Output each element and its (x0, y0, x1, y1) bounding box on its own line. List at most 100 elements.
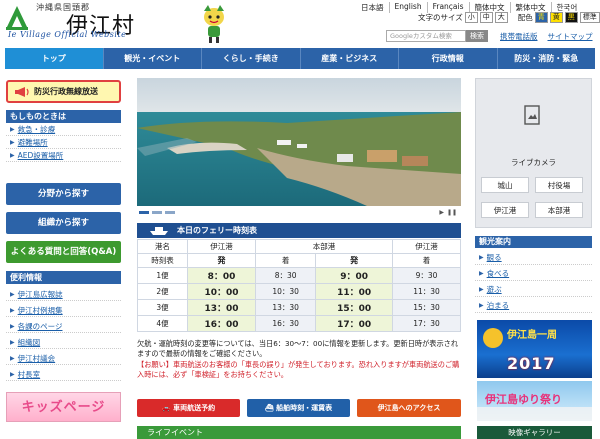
search-button[interactable]: 検索 (466, 30, 488, 42)
triangle-right-icon: ▶ (479, 285, 484, 293)
emergency-item-clinic[interactable]: ▶ 救急・診療 (6, 124, 121, 136)
table-header: 伊江港 (187, 239, 256, 254)
harbor-aerial-photo[interactable] (137, 78, 461, 206)
camera-village-office-button[interactable]: 村役場 (535, 177, 583, 193)
triangle-right-icon: ▶ (479, 253, 484, 261)
ferry-timetable: 港名 伊江港 本部港 伊江港 時刻表 発 着 発 着 1便 8：00 8：30 … (137, 239, 461, 332)
lang-ja[interactable]: 日本語 (356, 2, 390, 13)
color-yellow-button[interactable]: 黄 (549, 12, 563, 23)
access-button[interactable]: 伊江島へのアクセス (357, 399, 461, 417)
table-row: 2便 10：00 10：30 11：00 11：30 (137, 283, 461, 300)
disaster-radio-button[interactable]: 防災行政無線放送 (6, 80, 121, 103)
color-black-button[interactable]: 黒 (564, 12, 578, 23)
megaphone-icon (15, 86, 29, 97)
triangle-right-icon: ▶ (10, 290, 15, 298)
nav-disaster-emergency[interactable]: 防災・消防・緊急 (498, 48, 596, 69)
convenience-item[interactable]: ▶ 伊江島広報誌 (6, 289, 121, 301)
search-by-org-button[interactable]: 組織から探す (6, 212, 121, 234)
camera-ie-port-button[interactable]: 伊江港 (481, 202, 529, 218)
triangle-right-icon: ▶ (10, 151, 15, 159)
convenience-section-title: 便利情報 (6, 271, 121, 284)
font-size-label: 文字のサイズ (418, 13, 463, 22)
banner-title: 伊江島一周 (507, 330, 557, 341)
table-header: 本部港 (255, 239, 393, 254)
camera-shiroyama-button[interactable]: 城山 (481, 177, 529, 193)
emergency-item-evacuation[interactable]: ▶ 避難場所 (6, 137, 121, 149)
triangle-right-icon: ▶ (10, 370, 15, 378)
ship-schedule-button[interactable]: ⛴ 船舶時刻・運賃表 (247, 399, 350, 417)
convenience-item[interactable]: ▶ 村長室 (6, 369, 121, 381)
global-navigation: トップ 観光・イベント くらし・手続き 産業・ビジネス 行政情報 防災・消防・緊… (5, 48, 595, 69)
table-header: 時刻表 (137, 253, 188, 268)
nav-living-procedures[interactable]: くらし・手続き (202, 48, 301, 69)
faq-button[interactable]: よくある質問と回答(Q&A) (6, 241, 121, 263)
triangle-right-icon: ▶ (10, 354, 15, 362)
sun-icon (483, 328, 503, 348)
convenience-item[interactable]: ▶ 伊江村議会 (6, 353, 121, 365)
table-header: 伊江港 (392, 239, 461, 254)
accessibility-tools: 文字のサイズ 小 中 大 配色 青 黄 黒 標準 (418, 12, 600, 23)
emergency-section-title: もしものときは (6, 110, 121, 123)
kids-page-banner[interactable]: キッズページ (6, 392, 121, 422)
lily-festival-banner[interactable]: 伊江島ゆり祭り (477, 381, 592, 421)
ferry-update-notice: 欠航・運航時刻の変更等については、当日6：30〜7：00に情報を更新します。更新… (137, 339, 459, 358)
table-header: 発 (315, 253, 393, 268)
site-logo-english: Ie Village Official Website (8, 30, 127, 39)
table-header: 港名 (137, 239, 188, 254)
play-icon[interactable]: ▶ (439, 209, 444, 216)
tourism-item[interactable]: ▶ 泊まる (475, 298, 592, 313)
ferry-timetable-title: 本日のフェリー時刻表 (137, 223, 461, 238)
nav-tourism-events[interactable]: 観光・イベント (104, 48, 202, 69)
nav-top[interactable]: トップ (5, 48, 104, 69)
search-by-field-button[interactable]: 分野から探す (6, 183, 121, 205)
slide-dot[interactable] (165, 210, 175, 214)
tourism-item[interactable]: ▶ 遊ぶ (475, 282, 592, 297)
image-placeholder-icon (524, 105, 540, 125)
ferry-vehicle-warning: 【お願い】車両航送のお客様の「車長の誤り」が発生しております。恐れ入りますが車両… (137, 360, 460, 379)
life-event-title: ライフイベント (137, 426, 461, 439)
mobile-site-link[interactable]: 携帯電話版 (500, 31, 538, 42)
slide-dot[interactable] (152, 210, 162, 214)
slide-dot[interactable] (139, 210, 149, 214)
convenience-item[interactable]: ▶ 組織図 (6, 337, 121, 349)
tourism-item[interactable]: ▶ 観る (475, 250, 592, 265)
site-search-input[interactable]: Googleカスタム検索 (386, 30, 466, 42)
color-scheme-label: 配色 (517, 13, 533, 22)
video-gallery-banner[interactable]: 映像ギャラリー (477, 426, 592, 439)
triangle-right-icon: ▶ (10, 306, 15, 314)
ship-icon: ⛴ (264, 404, 277, 412)
vehicle-reservation-button[interactable]: 🚗 車両航送予約 (137, 399, 240, 417)
color-standard-button[interactable]: 標準 (579, 12, 600, 23)
convenience-item[interactable]: ▶ 伊江村例規集 (6, 305, 121, 317)
mascot-character-icon (204, 5, 224, 43)
table-row: 4便 16：00 16：30 17：00 17：30 (137, 315, 461, 332)
color-blue-button[interactable]: 青 (534, 12, 548, 23)
tourism-item[interactable]: ▶ 食べる (475, 266, 592, 281)
live-camera-label: ライブカメラ (511, 158, 556, 167)
nav-industry-business[interactable]: 産業・ビジネス (301, 48, 399, 69)
font-size-medium-button[interactable]: 中 (479, 12, 493, 23)
tourism-section-title: 観光案内 (475, 236, 592, 248)
triangle-right-icon: ▶ (479, 301, 484, 309)
triangle-right-icon: ▶ (10, 322, 15, 330)
emergency-item-aed[interactable]: ▶ AED設置場所 (6, 150, 121, 162)
table-row: 3便 13：00 13：30 15：00 15：30 (137, 299, 461, 316)
table-header: 発 (187, 253, 256, 268)
table-header: 着 (254, 253, 317, 268)
island-marathon-banner[interactable]: 伊江島一周 2017 (477, 320, 592, 378)
slideshow-indicator: ▶ ❚❚ (137, 207, 461, 217)
camera-motobu-port-button[interactable]: 本部港 (535, 202, 583, 218)
convenience-item[interactable]: ▶ 各課のページ (6, 321, 121, 333)
pause-icon[interactable]: ❚❚ (447, 209, 457, 216)
banner-title: 伊江島ゆり祭り (485, 393, 562, 406)
disaster-radio-label: 防災行政無線放送 (34, 87, 98, 96)
triangle-right-icon: ▶ (10, 138, 15, 146)
sitemap-link[interactable]: サイトマップ (548, 31, 593, 42)
car-icon: 🚗 (161, 404, 174, 412)
triangle-right-icon: ▶ (10, 338, 15, 346)
font-size-large-button[interactable]: 大 (494, 12, 508, 23)
village-emblem-icon (6, 6, 28, 30)
nav-administration[interactable]: 行政情報 (399, 48, 498, 69)
font-size-small-button[interactable]: 小 (464, 12, 478, 23)
table-header: 着 (392, 253, 461, 268)
